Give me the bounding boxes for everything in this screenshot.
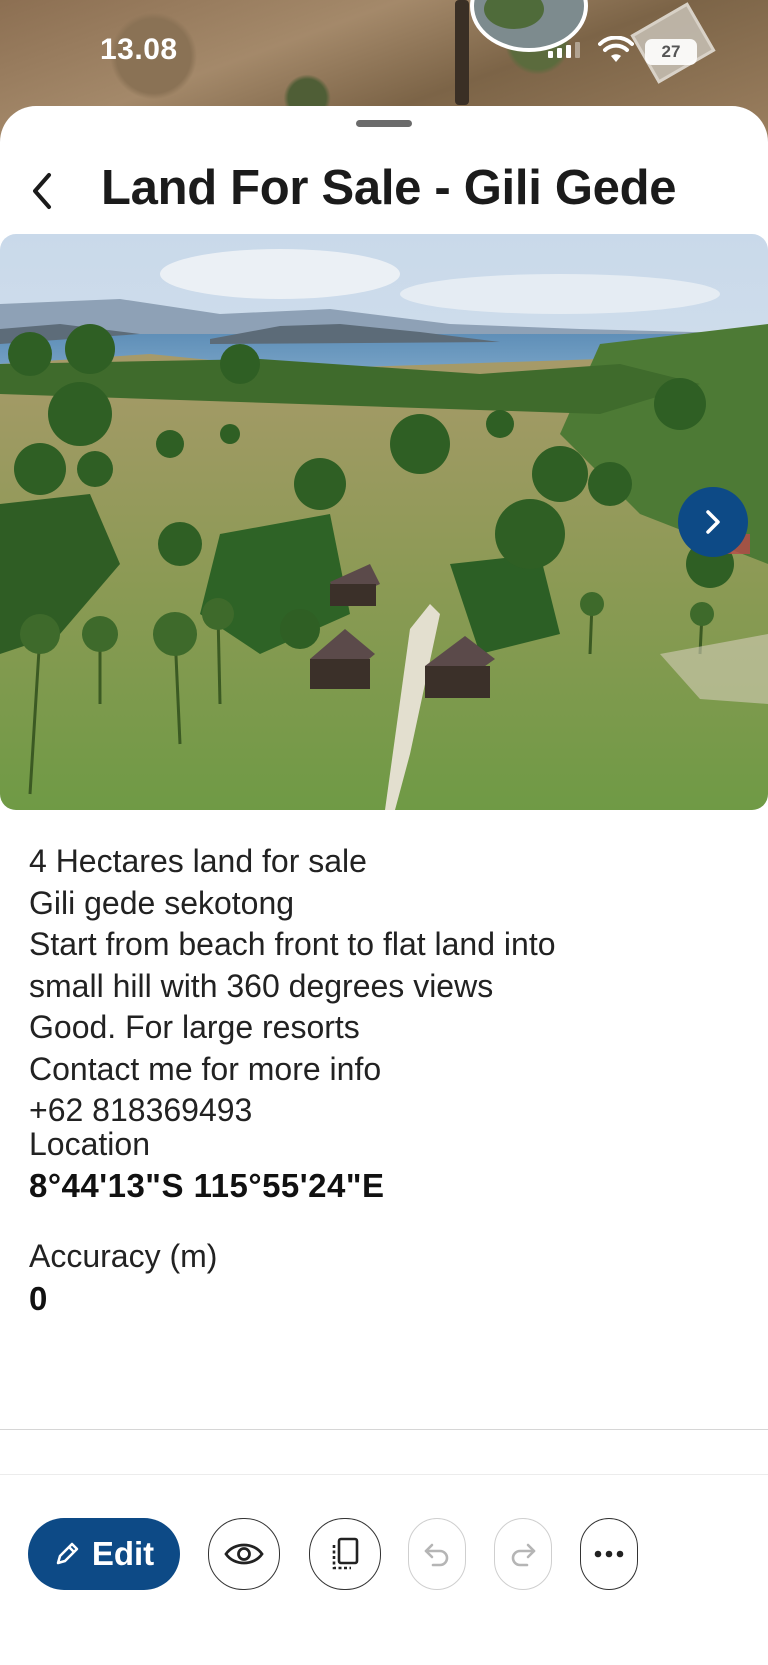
redo-icon <box>511 1543 536 1567</box>
back-button[interactable] <box>22 166 62 216</box>
cellular-signal-icon <box>548 42 580 58</box>
status-bar: 13.08 27 <box>0 0 768 100</box>
next-chevron-icon <box>706 510 720 534</box>
battery-level: 27 <box>661 42 681 61</box>
preview-button[interactable] <box>208 1518 280 1590</box>
drag-handle[interactable] <box>356 120 412 127</box>
accuracy-value: 0 <box>29 1280 48 1317</box>
page-title: Land For Sale - Gili Gede <box>101 161 677 215</box>
divider <box>0 1429 768 1430</box>
description-line: Good. For large resorts <box>29 1009 360 1045</box>
copy-icon <box>332 1537 359 1570</box>
landscape-image <box>0 234 768 810</box>
eye-icon <box>224 1543 264 1565</box>
description-line: Start from beach front to flat land into <box>29 926 556 962</box>
undo-button[interactable] <box>408 1518 466 1590</box>
more-options-button[interactable] <box>580 1518 638 1590</box>
listing-description: 4 Hectares land for sale Gili gede sekot… <box>29 841 729 1132</box>
sheet-header: Land For Sale - Gili Gede <box>0 146 768 236</box>
next-photo-button[interactable] <box>678 487 748 557</box>
divider <box>0 1474 768 1475</box>
description-line: Gili gede sekotong <box>29 884 295 921</box>
location-value[interactable]: 8°44'13"S 115°55'24"E <box>29 1167 385 1205</box>
copy-button[interactable] <box>309 1518 381 1590</box>
undo-icon <box>424 1543 449 1567</box>
wifi-icon <box>598 36 634 62</box>
description-line: small hill with 360 degrees views <box>29 967 494 1004</box>
description-line: Contact me for more info <box>29 1050 382 1087</box>
redo-button[interactable] <box>494 1518 552 1590</box>
battery-icon: 27 <box>645 39 697 65</box>
back-chevron-icon <box>33 173 51 209</box>
listing-photo[interactable] <box>0 234 768 810</box>
accuracy-label: Accuracy (m) <box>29 1238 218 1274</box>
more-icon <box>594 1550 624 1558</box>
status-time: 13.08 <box>100 33 178 66</box>
action-toolbar: Edit <box>0 1512 768 1592</box>
pencil-icon <box>56 1542 79 1565</box>
description-line: 4 Hectares land for sale <box>29 843 367 879</box>
detail-sheet: Land For Sale - Gili Gede 4 Hectares lan… <box>0 106 768 1665</box>
edit-button[interactable]: Edit <box>28 1518 180 1590</box>
edit-button-label: Edit <box>91 1535 155 1572</box>
location-label: Location <box>29 1126 150 1162</box>
